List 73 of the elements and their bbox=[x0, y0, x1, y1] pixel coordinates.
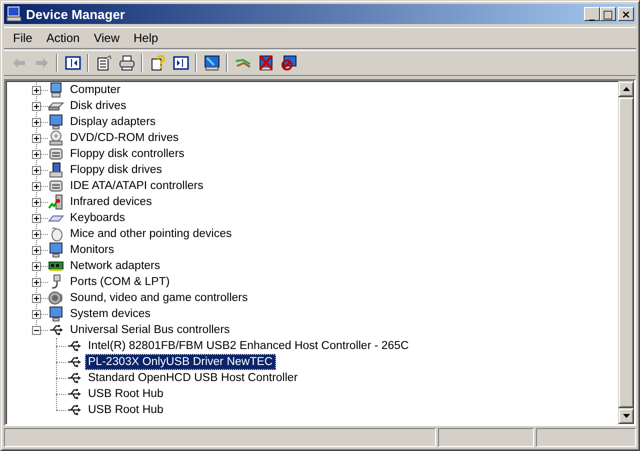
tree-item[interactable]: USB Root Hub bbox=[85, 386, 166, 402]
expand-toggle[interactable] bbox=[32, 278, 41, 286]
properties-icon bbox=[96, 55, 112, 71]
tree-item[interactable]: Infrared devices bbox=[67, 194, 155, 210]
close-button[interactable]: × bbox=[618, 7, 634, 21]
usb-icon bbox=[66, 386, 82, 402]
tree-item[interactable]: Network adapters bbox=[67, 258, 164, 274]
tree-item[interactable]: Keyboards bbox=[67, 210, 128, 226]
expand-toggle[interactable] bbox=[32, 230, 41, 238]
tree-item[interactable]: Universal Serial Bus controllers bbox=[67, 322, 233, 338]
monitor-icon bbox=[48, 306, 64, 322]
menu-item[interactable]: View bbox=[86, 29, 126, 47]
scroll-down-button[interactable] bbox=[618, 408, 634, 424]
expand-toggle[interactable] bbox=[32, 310, 41, 318]
tree-item[interactable]: DVD/CD-ROM drives bbox=[67, 130, 182, 146]
expand-toggle[interactable] bbox=[32, 134, 41, 142]
infrared-icon bbox=[48, 194, 64, 210]
forward-arrow-icon bbox=[34, 55, 50, 71]
printer-icon bbox=[118, 55, 134, 71]
usb-icon bbox=[66, 354, 82, 370]
tree-item[interactable]: Floppy disk controllers bbox=[67, 146, 188, 162]
tree-item[interactable]: Display adapters bbox=[67, 114, 159, 130]
tree-item[interactable]: Disk drives bbox=[67, 98, 130, 114]
tree-item[interactable]: PL-2303X OnlyUSB Driver NewTEC bbox=[85, 354, 276, 370]
pane-icon bbox=[172, 55, 188, 71]
menu-item[interactable]: Action bbox=[39, 29, 87, 47]
computer-icon bbox=[48, 82, 64, 98]
menu-item[interactable]: File bbox=[6, 29, 40, 47]
cd-drive-icon bbox=[48, 130, 64, 146]
monitor-icon bbox=[48, 242, 64, 258]
tree-item[interactable]: Ports (COM & LPT) bbox=[67, 274, 173, 290]
usb-icon bbox=[66, 402, 82, 418]
monitor-scan-icon bbox=[204, 55, 220, 71]
up-arrow-icon bbox=[622, 87, 630, 91]
expand-toggle[interactable] bbox=[32, 86, 41, 94]
usb-icon bbox=[66, 370, 82, 386]
pane-icon bbox=[64, 55, 80, 71]
expand-toggle[interactable] bbox=[32, 262, 41, 270]
expand-toggle[interactable] bbox=[32, 246, 41, 254]
expand-toggle[interactable] bbox=[32, 294, 41, 302]
tree-item[interactable]: Mice and other pointing devices bbox=[67, 226, 235, 242]
minimize-button[interactable]: _ bbox=[584, 7, 600, 21]
usb-icon bbox=[48, 322, 64, 338]
monitor-prohibit-icon bbox=[280, 55, 296, 71]
window-title: Device Manager bbox=[26, 6, 126, 22]
scroll-up-button[interactable] bbox=[618, 81, 634, 97]
tree-item[interactable]: Intel(R) 82801FB/FBM USB2 Enhanced Host Controller - 265C bbox=[85, 338, 412, 354]
scrollbar-thumb[interactable] bbox=[618, 97, 634, 408]
down-arrow-icon bbox=[622, 414, 630, 418]
tree-item[interactable]: Standard OpenHCD USB Host Controller bbox=[85, 370, 301, 386]
expand-toggle[interactable] bbox=[32, 182, 41, 190]
expand-toggle[interactable] bbox=[32, 102, 41, 110]
floppy-drive-icon bbox=[48, 162, 64, 178]
tree-item[interactable]: Sound, video and game controllers bbox=[67, 290, 251, 306]
tree-item[interactable]: Monitors bbox=[67, 242, 118, 258]
expand-toggle[interactable] bbox=[32, 150, 41, 158]
tree-item[interactable]: IDE ATA/ATAPI controllers bbox=[67, 178, 206, 194]
tree-item[interactable]: USB Root Hub bbox=[85, 402, 166, 418]
tree-item[interactable]: System devices bbox=[67, 306, 154, 322]
menu-item[interactable]: Help bbox=[126, 29, 166, 47]
expand-toggle[interactable] bbox=[32, 198, 41, 206]
computer-icon bbox=[6, 6, 22, 22]
help-icon bbox=[150, 55, 166, 71]
expand-toggle[interactable] bbox=[32, 214, 41, 222]
expand-toggle[interactable] bbox=[32, 118, 41, 126]
usb-icon bbox=[66, 338, 82, 354]
tree-item[interactable]: Floppy disk drives bbox=[67, 162, 166, 178]
collapse-toggle[interactable] bbox=[32, 326, 41, 334]
maximize-button[interactable]: □ bbox=[600, 7, 616, 21]
monitor-cross-icon bbox=[258, 55, 274, 71]
monitor-icon bbox=[48, 114, 64, 130]
expand-toggle[interactable] bbox=[32, 166, 41, 174]
tree-item[interactable]: Computer bbox=[67, 82, 124, 98]
